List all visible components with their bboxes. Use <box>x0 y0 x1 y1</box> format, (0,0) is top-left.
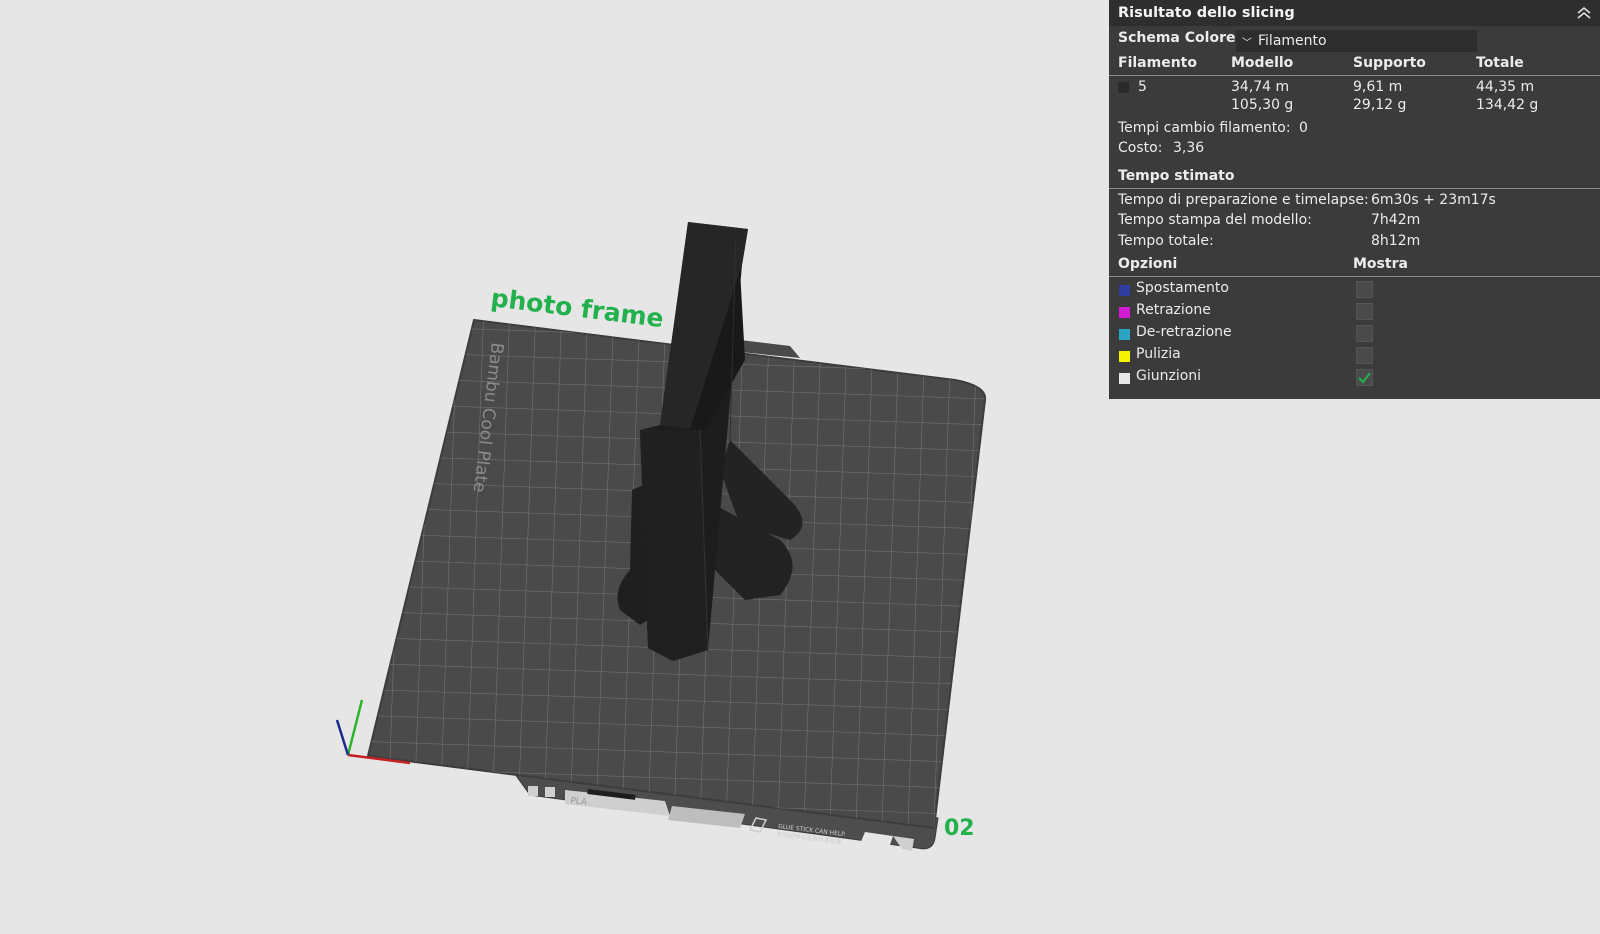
option-retraction-checkbox[interactable] <box>1356 303 1373 320</box>
prep-time-label: Tempo di preparazione e timelapse: <box>1118 192 1369 208</box>
prep-time-value: 6m30s + 23m17s <box>1371 192 1496 208</box>
change-times-label: Tempi cambio filamento: <box>1118 120 1291 136</box>
panel-title: Risultato dello slicing <box>1118 5 1295 21</box>
time-header: Tempo stimato <box>1118 168 1235 184</box>
total-time-label: Tempo totale: <box>1118 233 1214 249</box>
checkmark-icon <box>1358 372 1371 384</box>
travel-color-swatch <box>1119 285 1130 296</box>
deretraction-color-swatch <box>1119 329 1130 340</box>
color-scheme-value: Filamento <box>1258 33 1327 49</box>
divider <box>1109 276 1600 277</box>
retraction-color-swatch <box>1119 307 1130 318</box>
wipe-color-swatch <box>1119 351 1130 362</box>
filament-id: 5 <box>1138 79 1147 95</box>
option-seams-label: Giunzioni <box>1136 368 1202 384</box>
option-deretraction-label: De-retrazione <box>1136 324 1232 340</box>
col-filament: Filamento <box>1118 55 1197 71</box>
filament-swatch <box>1118 82 1129 93</box>
col-support: Supporto <box>1353 55 1426 71</box>
model-time-value: 7h42m <box>1371 212 1421 228</box>
support-length: 9,61 m <box>1353 79 1403 95</box>
option-seams-checkbox[interactable] <box>1356 369 1373 386</box>
option-travel-label: Spostamento <box>1136 280 1229 296</box>
option-deretraction-checkbox[interactable] <box>1356 325 1373 342</box>
slicing-result-panel: Risultato dello slicing Schema Colore ﹀ … <box>1109 0 1600 399</box>
collapse-chevron-up-icon[interactable] <box>1574 3 1594 23</box>
model-weight: 105,30 g <box>1231 97 1294 113</box>
divider <box>1109 188 1600 189</box>
option-retraction-label: Retrazione <box>1136 302 1211 318</box>
panel-header: Risultato dello slicing <box>1109 0 1600 26</box>
col-total: Totale <box>1476 55 1524 71</box>
option-travel-checkbox[interactable] <box>1356 281 1373 298</box>
support-weight: 29,12 g <box>1353 97 1407 113</box>
total-length: 44,35 m <box>1476 79 1535 95</box>
col-model: Modello <box>1231 55 1294 71</box>
total-time-value: 8h12m <box>1371 233 1421 249</box>
plate-tag-label: PLA <box>570 796 589 808</box>
color-scheme-label: Schema Colore <box>1118 30 1236 46</box>
seams-color-swatch <box>1119 373 1130 384</box>
model-length: 34,74 m <box>1231 79 1290 95</box>
option-wipe-checkbox[interactable] <box>1356 347 1373 364</box>
color-scheme-dropdown[interactable]: ﹀ Filamento <box>1236 30 1477 52</box>
chevron-down-icon: ﹀ <box>1242 37 1252 49</box>
options-header: Opzioni <box>1118 256 1178 272</box>
model-time-label: Tempo stampa del modello: <box>1118 212 1312 228</box>
show-header: Mostra <box>1353 256 1408 272</box>
plate-number-label: 02 <box>944 816 975 841</box>
option-wipe-label: Pulizia <box>1136 346 1181 362</box>
cost-value: 3,36 <box>1173 140 1205 156</box>
change-times-value: 0 <box>1299 120 1308 136</box>
cost-label: Costo: <box>1118 140 1163 156</box>
divider <box>1109 75 1600 76</box>
total-weight: 134,42 g <box>1476 97 1539 113</box>
